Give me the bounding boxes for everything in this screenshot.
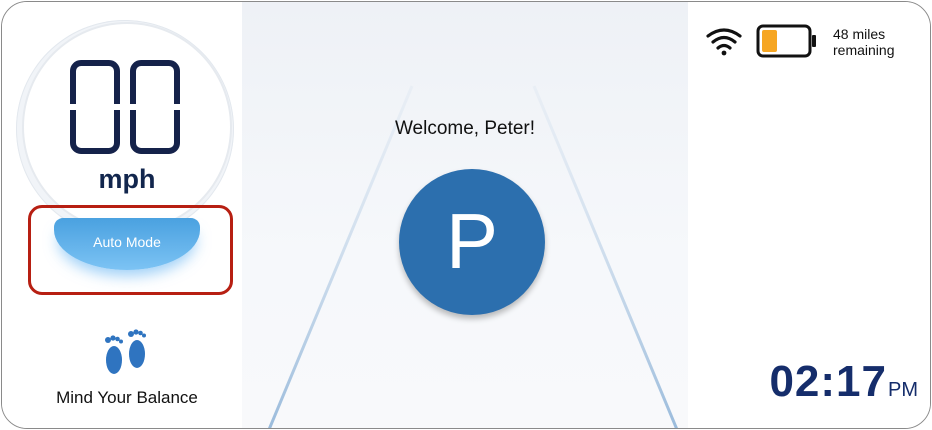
left-panel: mph Auto Mode Mind Your Balance bbox=[2, 2, 242, 428]
welcome-message: Welcome, Peter! bbox=[394, 118, 536, 139]
park-gear-label: P bbox=[445, 197, 499, 285]
clock: 02:17PM bbox=[758, 357, 918, 407]
speed-digit bbox=[130, 60, 180, 154]
clock-ampm: PM bbox=[888, 379, 918, 401]
wifi-icon bbox=[706, 28, 742, 56]
speed-digit bbox=[70, 60, 120, 154]
auto-mode-button[interactable]: Auto Mode bbox=[54, 218, 200, 270]
battery-fill bbox=[762, 30, 777, 52]
range-label: remaining bbox=[833, 42, 895, 58]
range-remaining: 48 miles remaining bbox=[833, 26, 929, 58]
dashboard-frame: mph Auto Mode Mind Your Balance Welcome,… bbox=[1, 1, 931, 429]
range-miles: 48 miles bbox=[833, 26, 886, 42]
park-gear-button[interactable]: P bbox=[399, 169, 545, 315]
auto-mode-label: Auto Mode bbox=[93, 234, 161, 250]
right-panel: 48 miles remaining 02:17PM bbox=[688, 2, 930, 428]
balance-label: Mind Your Balance bbox=[56, 388, 198, 407]
center-panel: Welcome, Peter! P bbox=[242, 2, 688, 428]
footprints-icon bbox=[105, 329, 146, 374]
clock-time: 02:17 bbox=[769, 357, 887, 406]
battery-icon bbox=[756, 24, 816, 58]
speed-digits bbox=[68, 60, 182, 154]
speed-unit: mph bbox=[98, 164, 156, 194]
